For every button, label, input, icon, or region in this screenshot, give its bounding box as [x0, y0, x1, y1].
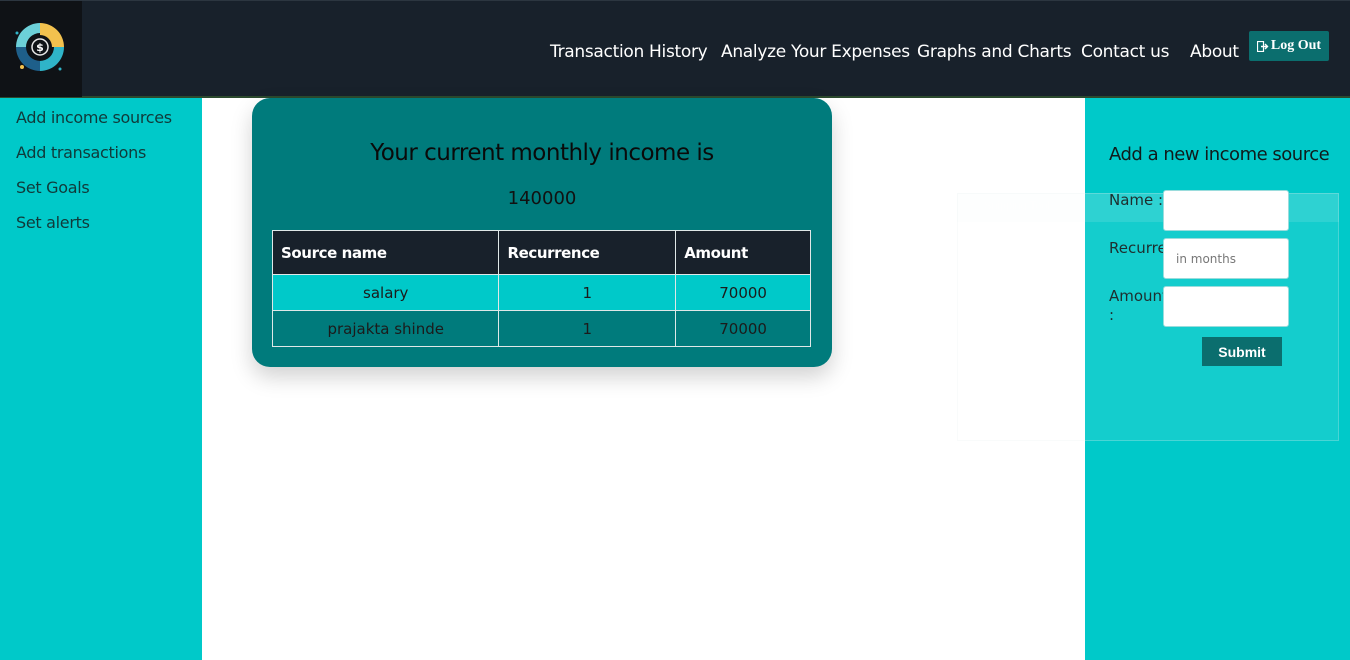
cell-recurrence: 1	[498, 310, 677, 347]
amount-label-colon: :	[1109, 306, 1115, 324]
dollar-coin-logo-icon: $	[15, 23, 64, 71]
amount-field[interactable]	[1163, 286, 1289, 327]
cell-source-name: salary	[271, 274, 500, 311]
name-field[interactable]	[1163, 190, 1289, 231]
name-label: Name :	[1109, 191, 1164, 209]
nav-transaction-history[interactable]: Transaction History	[550, 42, 708, 62]
submit-button[interactable]: Submit	[1202, 337, 1282, 366]
amount-label: Amount	[1109, 287, 1168, 305]
cell-amount: 70000	[675, 274, 811, 311]
logout-button[interactable]: Log Out	[1249, 31, 1329, 61]
recurrence-label: Recurre	[1109, 239, 1167, 257]
monthly-income-total: 140000	[507, 188, 577, 209]
logout-label: Log Out	[1270, 38, 1322, 53]
sidebar-item-add-income-sources[interactable]: Add income sources	[16, 108, 172, 127]
top-navbar: $ Transaction History Analyze Your Expen…	[0, 0, 1350, 98]
cell-amount: 70000	[675, 310, 811, 347]
sidebar-item-add-transactions[interactable]: Add transactions	[16, 143, 146, 162]
nav-graphs-charts[interactable]: Graphs and Charts	[917, 42, 1072, 62]
table-header-row: Source name Recurrence Amount	[271, 230, 811, 275]
cell-recurrence: 1	[498, 274, 677, 311]
column-header-recurrence: Recurrence	[498, 230, 677, 275]
income-sources-table: Source name Recurrence Amount salary 1 7…	[271, 230, 811, 347]
income-card-title: Your current monthly income is	[370, 140, 714, 166]
nav-contact-us[interactable]: Contact us	[1081, 42, 1169, 62]
sidebar-item-set-goals[interactable]: Set Goals	[16, 178, 90, 197]
table-row: prajakta shinde 1 70000	[271, 310, 811, 347]
nav-about[interactable]: About	[1190, 42, 1239, 62]
sidebar-item-set-alerts[interactable]: Set alerts	[16, 213, 90, 232]
overlay-title: Snipping Tool	[984, 200, 1050, 212]
svg-text:$: $	[36, 41, 44, 54]
column-header-source-name: Source name	[271, 230, 500, 275]
column-header-amount: Amount	[675, 230, 811, 275]
logo[interactable]: $	[0, 1, 82, 97]
form-title: Add a new income source	[1109, 144, 1330, 165]
cell-source-name: prajakta shinde	[271, 310, 500, 347]
scissors-icon: ✂	[968, 200, 977, 211]
recurrence-field[interactable]	[1163, 238, 1289, 279]
table-row: salary 1 70000	[271, 274, 811, 311]
nav-analyze-expenses[interactable]: Analyze Your Expenses	[721, 42, 910, 62]
sign-out-icon	[1256, 40, 1269, 52]
